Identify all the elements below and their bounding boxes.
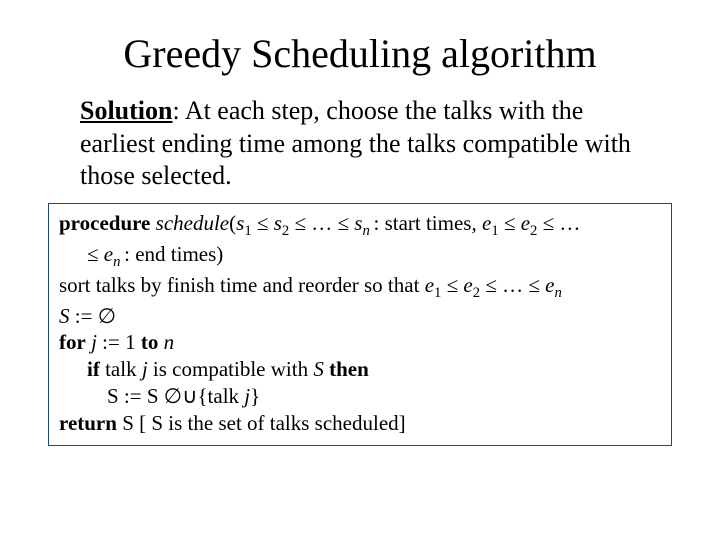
kw-for: for	[59, 330, 86, 354]
le5: ≤	[537, 211, 559, 235]
sig-start: : start times	[373, 211, 471, 235]
sort-e2s: 2	[473, 285, 480, 301]
solution-paragraph: Solution: At each step, choose the talks…	[80, 95, 650, 193]
update-line: S := S ∅∪{talk j}	[59, 383, 661, 410]
for-init: := 1	[102, 330, 141, 354]
update-c: }	[250, 384, 260, 408]
assign1: :=	[70, 304, 98, 328]
proc-signature: procedure schedule(s1 ≤ s2 ≤ … ≤ sn : st…	[59, 210, 661, 241]
dots1: …	[311, 211, 337, 235]
sig-e2: e	[521, 211, 530, 235]
le3: ≤	[338, 211, 355, 235]
le8: ≤	[480, 273, 502, 297]
dots2: …	[559, 211, 580, 235]
le1: ≤	[252, 211, 274, 235]
le6: ≤	[87, 242, 104, 266]
solution-label: Solution	[80, 96, 173, 125]
return-line: return S [ S is the set of talks schedul…	[59, 410, 661, 437]
sig-sub1: 1	[244, 223, 251, 239]
for-line: for j := 1 to n	[59, 329, 661, 356]
sort-ens: n	[554, 285, 561, 301]
kw-procedure: procedure	[59, 211, 150, 235]
sort-e1: e	[425, 273, 434, 297]
kw-if: if	[87, 357, 100, 381]
le9: ≤	[528, 273, 545, 297]
empty-set: ∅	[98, 304, 116, 328]
slide: Greedy Scheduling algorithm Solution: At…	[0, 0, 720, 466]
page-title: Greedy Scheduling algorithm	[40, 30, 680, 77]
algorithm-box: procedure schedule(s1 ≤ s2 ≤ … ≤ sn : st…	[48, 203, 672, 446]
for-var: j	[86, 330, 102, 354]
if-line: if talk j is compatible with S then	[59, 356, 661, 383]
kw-to: to	[141, 330, 159, 354]
le2: ≤	[289, 211, 311, 235]
sig-e1: e	[482, 211, 491, 235]
kw-return: return	[59, 411, 117, 435]
sort-e2: e	[463, 273, 472, 297]
sig-end: : end times)	[124, 242, 223, 266]
comma: ,	[471, 211, 482, 235]
if-S: S	[313, 357, 329, 381]
le7: ≤	[441, 273, 463, 297]
sig-e1s: 1	[491, 223, 498, 239]
sig-en: e	[104, 242, 113, 266]
update-sym: ∅∪	[164, 384, 198, 408]
kw-then: then	[329, 357, 369, 381]
sig-subn: n	[362, 223, 373, 239]
S-init: S	[59, 304, 70, 328]
dots3: …	[502, 273, 528, 297]
sig-ens: n	[113, 254, 124, 270]
sig-line2: ≤ en : end times)	[59, 241, 661, 272]
ret-text: S [ S is the set of talks scheduled]	[117, 411, 406, 435]
if-text-b: is compatible with	[148, 357, 314, 381]
init-line: S := ∅	[59, 303, 661, 330]
sig-s2: s	[274, 211, 282, 235]
update-a: S := S	[107, 384, 164, 408]
update-b: {talk	[197, 384, 244, 408]
for-n: n	[158, 330, 174, 354]
proc-name: schedule	[156, 211, 229, 235]
if-text-a: talk	[100, 357, 142, 381]
le4: ≤	[499, 211, 521, 235]
sort-line: sort talks by finish time and reorder so…	[59, 272, 661, 303]
sort-text: sort talks by finish time and reorder so…	[59, 273, 425, 297]
